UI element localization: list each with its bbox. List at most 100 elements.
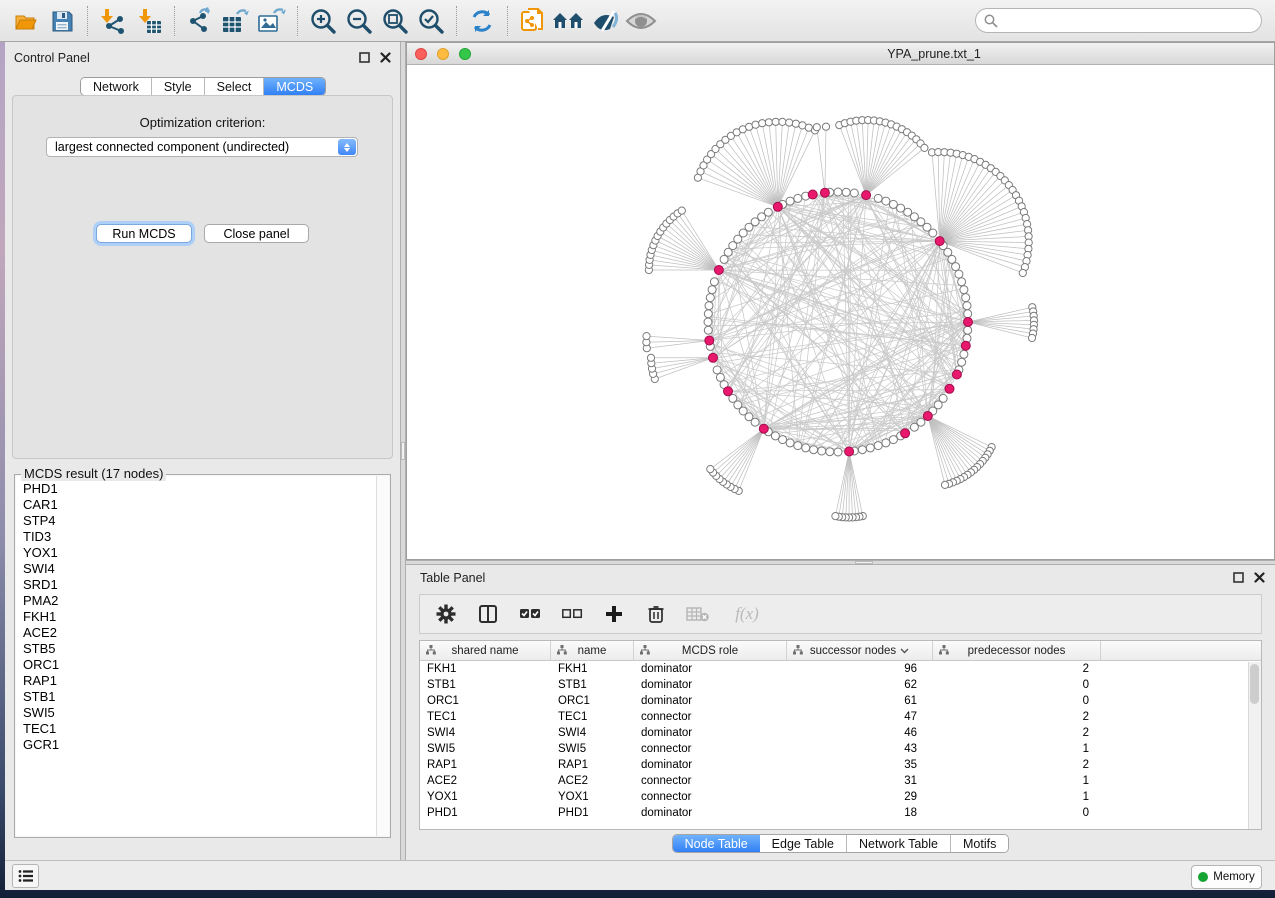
save-button[interactable] [44,3,80,39]
show-panel-button[interactable] [623,3,659,39]
mcds-result-item[interactable]: TID3 [23,529,374,545]
scrollbar-thumb[interactable] [1250,664,1259,704]
minimize-window-icon[interactable] [437,48,449,60]
export-table-button[interactable] [218,3,254,39]
delete-column-button[interactable] [642,600,670,628]
column-label: name [578,645,607,657]
search-input[interactable] [1003,11,1243,31]
table-scrollbar[interactable] [1248,662,1261,829]
zoom-out-button[interactable] [341,3,377,39]
tab-style[interactable]: Style [152,78,205,95]
table-row[interactable]: ACE2ACE2connector311 [420,773,1261,789]
import-network-button[interactable] [95,3,131,39]
toolbar-separator [87,6,88,36]
cell-mcds_role: connector [634,709,787,725]
zoom-fit-button[interactable] [377,3,413,39]
fx-icon: f(x) [735,604,759,624]
export-image-button[interactable] [254,3,290,39]
network-graph[interactable] [407,65,1274,559]
delete-table-button[interactable] [684,600,712,628]
open-file-button[interactable] [8,3,44,39]
tab-select[interactable]: Select [205,78,265,95]
cell-name: SWI5 [551,741,634,757]
mcds-result-item[interactable]: TEC1 [23,721,374,737]
mcds-result-item[interactable]: PMA2 [23,593,374,609]
table-row[interactable]: ORC1ORC1dominator610 [420,693,1261,709]
tab-edge-table[interactable]: Edge Table [760,835,847,852]
add-column-button[interactable] [600,600,628,628]
maximize-window-icon[interactable] [459,48,471,60]
memory-button[interactable]: Memory [1191,865,1262,889]
eye-icon [625,9,657,33]
network-canvas[interactable] [407,65,1274,559]
table-row[interactable]: PHD1PHD1dominator180 [420,805,1261,821]
close-panel-icon[interactable] [1254,572,1265,583]
hide-panel-button[interactable] [587,3,623,39]
column-header-shared-name[interactable]: shared name [420,641,551,660]
table-row[interactable]: FKH1FKH1dominator962 [420,661,1261,677]
tab-node-table[interactable]: Node Table [673,835,760,852]
zoom-selected-button[interactable] [413,3,449,39]
run-mcds-button[interactable]: Run MCDS [96,224,192,243]
table-tabs: Node TableEdge TableNetwork TableMotifs [406,834,1275,853]
table-row[interactable]: TEC1TEC1connector472 [420,709,1261,725]
table-settings-button[interactable] [432,600,460,628]
table-row[interactable]: SWI5SWI5connector431 [420,741,1261,757]
network-home-button[interactable] [551,3,587,39]
mcds-result-item[interactable]: STP4 [23,513,374,529]
mcds-result-item[interactable]: YOX1 [23,545,374,561]
mcds-list-scrollbar[interactable] [376,476,389,836]
close-panel-button[interactable]: Close panel [204,224,309,243]
mcds-result-item[interactable]: SWI5 [23,705,374,721]
float-panel-icon[interactable] [359,52,370,63]
mcds-result-item[interactable]: PHD1 [23,481,374,497]
mcds-result-item[interactable]: STB5 [23,641,374,657]
tab-motifs[interactable]: Motifs [951,835,1008,852]
refresh-button[interactable] [464,3,500,39]
clone-network-button[interactable] [515,3,551,39]
cell-mcds_role: dominator [634,725,787,741]
tab-network-table[interactable]: Network Table [847,835,951,852]
table-row[interactable]: RAP1RAP1dominator352 [420,757,1261,773]
import-table-button[interactable] [131,3,167,39]
float-panel-icon[interactable] [1233,572,1244,583]
mcds-result-item[interactable]: FKH1 [23,609,374,625]
show-columns-button[interactable] [474,600,502,628]
mcds-result-item[interactable]: CAR1 [23,497,374,513]
mcds-result-item[interactable]: GCR1 [23,737,374,753]
tab-mcds[interactable]: MCDS [264,78,325,95]
tab-network[interactable]: Network [81,78,152,95]
select-all-button[interactable] [516,600,544,628]
cell-successor_nodes: 18 [787,805,933,821]
column-header-MCDS-role[interactable]: MCDS role [634,641,787,660]
control-panel: Control Panel NetworkStyleSelectMCDS Opt… [5,42,400,860]
mcds-result-item[interactable]: ORC1 [23,657,374,673]
close-window-icon[interactable] [415,48,427,60]
function-builder-button[interactable]: f(x) [726,600,768,628]
zoom-out-icon [345,7,373,35]
cell-shared_name: STB1 [420,677,551,693]
mcds-result-item[interactable]: SWI4 [23,561,374,577]
task-history-button[interactable] [12,864,39,888]
table-row[interactable]: STB1STB1dominator620 [420,677,1261,693]
column-header-predecessor-nodes[interactable]: predecessor nodes [933,641,1101,660]
mcds-result-item[interactable]: ACE2 [23,625,374,641]
network-titlebar[interactable]: YPA_prune.txt_1 [407,43,1274,65]
mcds-result-item[interactable]: RAP1 [23,673,374,689]
import-table-icon [135,7,163,35]
column-header-successor-nodes[interactable]: successor nodes [787,641,933,660]
export-network-button[interactable] [182,3,218,39]
column-header-name[interactable]: name [551,641,634,660]
table-row[interactable]: YOX1YOX1connector291 [420,789,1261,805]
optimization-select[interactable]: largest connected component (undirected) [46,137,358,157]
close-panel-icon[interactable] [380,52,391,63]
mcds-result-list: PHD1CAR1STP4TID3YOX1SWI4SRD1PMA2FKH1ACE2… [23,481,374,835]
deselect-all-button[interactable] [558,600,586,628]
mcds-result-item[interactable]: STB1 [23,689,374,705]
table-row[interactable]: SWI4SWI4dominator462 [420,725,1261,741]
zoom-in-button[interactable] [305,3,341,39]
mcds-result-item[interactable]: SRD1 [23,577,374,593]
open-folder-icon [13,8,39,34]
splitter-grip[interactable] [401,442,405,460]
splitter-grip[interactable] [855,561,873,564]
